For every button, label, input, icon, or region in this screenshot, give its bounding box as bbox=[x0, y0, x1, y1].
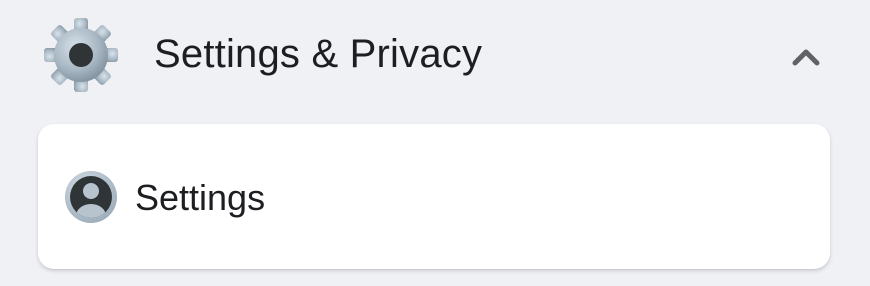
settings-card: Settings bbox=[38, 124, 830, 269]
user-avatar-icon bbox=[64, 170, 118, 224]
settings-privacy-header[interactable]: Settings & Privacy bbox=[0, 0, 870, 112]
section-title: Settings & Privacy bbox=[154, 32, 483, 76]
chevron-up-icon[interactable] bbox=[788, 44, 824, 70]
settings-item[interactable]: Settings bbox=[38, 124, 830, 269]
settings-label: Settings bbox=[135, 177, 266, 218]
gear-icon bbox=[42, 16, 120, 94]
